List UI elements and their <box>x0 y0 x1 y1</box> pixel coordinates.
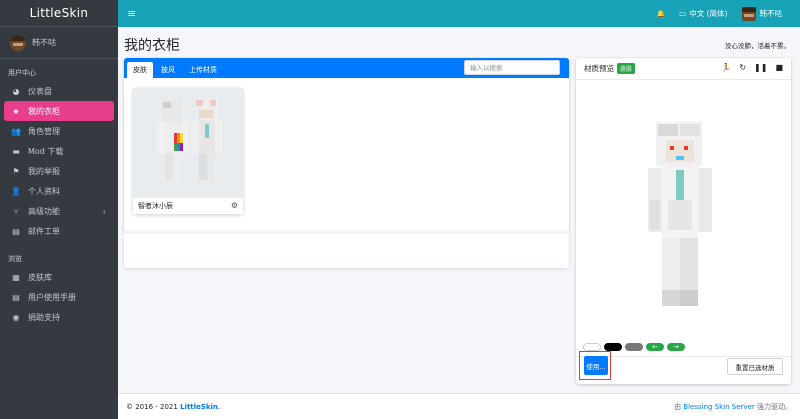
powered-suffix: 强力驱动。 <box>757 402 792 411</box>
sidebar-item-label: 用户使用手册 <box>28 292 76 302</box>
gear-icon[interactable]: ⚙ <box>231 201 238 210</box>
menu-icon[interactable]: ≡ <box>127 7 136 20</box>
bg-white-button[interactable] <box>583 343 601 351</box>
sidebar-item-players[interactable]: 👥 角色管理 <box>4 121 114 141</box>
sidebar-item-profile[interactable]: 👤 个人资料 <box>4 181 114 201</box>
preview-title: 材质预览 <box>584 64 614 73</box>
page-title: 我的衣柜 <box>124 38 180 54</box>
use-button-highlight: 使用... <box>579 351 611 380</box>
sidebar: LittleSkin 韩不咕 用户中心 ◕ 仪表盘 ★ 我的衣柜 👥 角色管理 … <box>0 0 118 419</box>
skin-badge: 皮肤 <box>617 63 636 74</box>
bg-next-button[interactable]: → <box>667 343 685 351</box>
avatar <box>741 6 756 21</box>
skin-card[interactable]: 智者沐小辰 ⚙ <box>133 88 243 214</box>
reset-selected-button[interactable]: 重置已选材质 <box>727 358 783 375</box>
sidebar-item-label: Mod 下载 <box>28 146 64 156</box>
language-icon: ▭ <box>679 9 687 18</box>
tab-upload[interactable]: 上传材质 <box>183 62 223 78</box>
preview-card: 材质预览 皮肤 🏃 ↻ ❚❚ ■ ← → 使用... 重置已选材质 <box>576 58 791 384</box>
sidebar-item-closet[interactable]: ★ 我的衣柜 <box>4 101 114 121</box>
blessing-skin-link[interactable]: Blessing Skin Server <box>683 403 754 411</box>
sidebar-item-dashboard[interactable]: ◕ 仪表盘 <box>4 81 114 101</box>
ticket-icon: ▤ <box>12 226 20 236</box>
copyright-years: © 2016 - 2021 <box>126 402 178 411</box>
sidebar-item-label: 皮肤库 <box>28 272 52 282</box>
use-button[interactable]: 使用... <box>584 356 608 375</box>
skin-thumbnail[interactable] <box>133 88 243 198</box>
sidebar-item-tickets[interactable]: ▤ 邮件工单 <box>4 221 114 241</box>
skin-name: 智者沐小辰 <box>138 202 173 210</box>
sidebar-item-label: 仪表盘 <box>28 86 52 96</box>
language-selector[interactable]: ▭ 中文 (简体) <box>679 8 727 19</box>
nav-header-user-center: 用户中心 <box>8 69 36 77</box>
flag-icon: ⚑ <box>12 166 20 176</box>
nav-header-browse: 浏览 <box>8 255 22 263</box>
brand-logo[interactable]: LittleSkin <box>0 0 118 27</box>
copyright: © 2016 - 2021 LittleSkin. <box>126 403 220 411</box>
star-icon: ★ <box>12 106 20 116</box>
sidebar-item-label: 个人资料 <box>28 186 60 196</box>
avatar <box>10 34 26 51</box>
rotate-icon[interactable]: ↻ <box>739 63 746 72</box>
search-input[interactable] <box>464 60 560 75</box>
language-label: 中文 (简体) <box>689 9 728 18</box>
user-menu[interactable]: 韩不咕 <box>741 6 783 21</box>
donate-icon: ◉ <box>12 312 20 322</box>
tab-cape[interactable]: 披风 <box>155 62 181 78</box>
preview-tools: 🏃 ↻ ❚❚ ■ <box>721 63 783 72</box>
sidebar-item-label: 邮件工单 <box>28 226 60 236</box>
skin-preview-image <box>157 98 223 180</box>
sidebar-item-mod-download[interactable]: ▬ Mod 下载 <box>4 141 114 161</box>
closet-card-footer <box>124 234 569 268</box>
sidebar-item-skinlib[interactable]: ▦ 皮肤库 <box>4 267 114 287</box>
sidebar-item-label: 捐助支持 <box>28 312 60 322</box>
closet-card: 皮肤 披风 上传材质 输入以搜索 智者沐小辰 ⚙ <box>124 58 569 254</box>
sidebar-item-label: 高级功能 <box>28 206 60 216</box>
stop-icon[interactable]: ■ <box>775 63 783 72</box>
sidebar-item-manual[interactable]: ▤ 用户使用手册 <box>4 287 114 307</box>
sidebar-username: 韩不咕 <box>32 38 56 47</box>
powered-prefix: 由 <box>674 402 682 411</box>
sidebar-item-reports[interactable]: ⚑ 我的举报 <box>4 161 114 181</box>
bg-prev-button[interactable]: ← <box>646 343 664 351</box>
background-picker: ← → <box>583 343 685 351</box>
bg-gray-button[interactable] <box>625 343 643 351</box>
user-panel[interactable]: 韩不咕 <box>0 27 118 59</box>
pause-icon[interactable]: ❚❚ <box>754 63 767 72</box>
branch-icon: ⑂ <box>13 206 19 216</box>
topbar-username: 韩不咕 <box>759 9 783 18</box>
dashboard-icon: ◕ <box>12 86 20 96</box>
book-icon: ▬ <box>12 146 20 156</box>
skin-3d-model <box>648 122 712 306</box>
book-open-icon: ▤ <box>12 292 20 302</box>
walk-icon[interactable]: 🏃 <box>721 63 731 72</box>
chevron-left-icon: ‹ <box>102 206 106 216</box>
user-icon: 👤 <box>11 186 21 196</box>
preview-header: 材质预览 皮肤 🏃 ↻ ❚❚ ■ <box>576 58 791 80</box>
closet-tabs: 皮肤 披风 上传材质 <box>124 58 569 78</box>
bg-black-button[interactable] <box>604 343 622 351</box>
footer-brand-link[interactable]: LittleSkin <box>180 403 218 411</box>
sidebar-item-label: 角色管理 <box>28 126 60 136</box>
sidebar-item-label: 我的举报 <box>28 166 60 176</box>
footer: © 2016 - 2021 LittleSkin. 由 Blessing Ski… <box>118 393 800 419</box>
users-icon: 👥 <box>11 126 21 136</box>
motto: 没心没肺，活着不累。 <box>725 42 790 50</box>
footer-brand-suffix: . <box>217 402 221 411</box>
powered-by: 由 Blessing Skin Server 强力驱动。 <box>674 402 792 412</box>
topbar-right: 🔔 ▭ 中文 (简体) 韩不咕 <box>656 6 800 21</box>
skin-3d-viewer[interactable] <box>576 80 791 336</box>
sidebar-item-donate[interactable]: ◉ 捐助支持 <box>4 307 114 327</box>
tab-skin[interactable]: 皮肤 <box>127 62 153 78</box>
bell-icon[interactable]: 🔔 <box>656 10 665 18</box>
skin-card-footer: 智者沐小辰 ⚙ <box>133 198 243 214</box>
sidebar-item-advanced[interactable]: ⑂ 高级功能 ‹ <box>4 201 114 221</box>
archive-icon: ▦ <box>12 272 20 282</box>
sidebar-item-label: 我的衣柜 <box>28 106 60 116</box>
topbar: ≡ 🔔 ▭ 中文 (简体) 韩不咕 <box>118 0 800 27</box>
